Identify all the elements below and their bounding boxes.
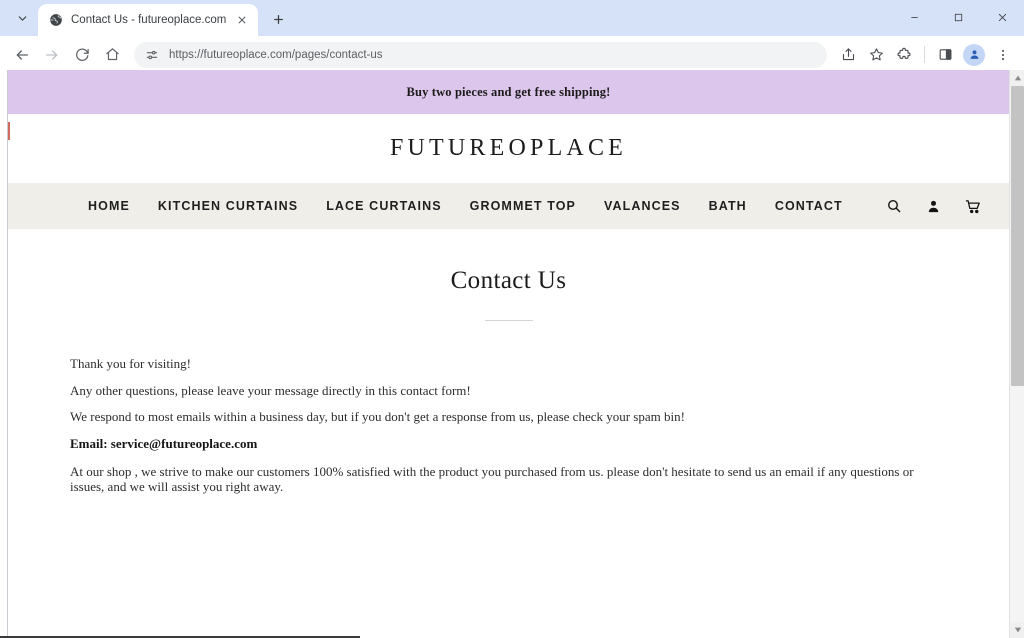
- browser-tab[interactable]: Contact Us - futureoplace.com: [38, 4, 259, 36]
- site-logo-band: FUTUREOPLACE: [8, 114, 1009, 183]
- arrow-right-icon: [46, 49, 58, 60]
- person-icon: [970, 50, 978, 59]
- window-maximize-button[interactable]: [936, 0, 980, 34]
- nav-links: HOME KITCHEN CURTAINS LACE CURTAINS GROM…: [88, 199, 843, 213]
- star-icon: [869, 48, 883, 61]
- tune-icon[interactable]: [144, 47, 160, 63]
- tab-close-button[interactable]: [234, 12, 250, 28]
- browser-toolbar: https://futureoplace.com/pages/contact-u…: [0, 36, 1024, 74]
- paragraph-questions: Any other questions, please leave your m…: [70, 382, 471, 398]
- paragraph-satisfaction: At our shop , we strive to make our cust…: [70, 463, 914, 494]
- scrollbar-thumb[interactable]: [1011, 86, 1024, 386]
- web-page: Buy two pieces and get free shipping! FU…: [7, 70, 1009, 638]
- nav-item-home[interactable]: HOME: [88, 199, 130, 213]
- nav-item-bath[interactable]: BATH: [709, 199, 747, 213]
- tab-search-button[interactable]: [8, 4, 36, 32]
- arrow-left-icon: [16, 49, 28, 60]
- page-content: Contact Us Thank you for visiting! Any o…: [8, 229, 1009, 494]
- share-icon: [842, 48, 854, 61]
- page-title: Contact Us: [450, 267, 567, 294]
- forward-button[interactable]: [38, 41, 66, 69]
- extensions-button[interactable]: [891, 42, 917, 68]
- nav-item-contact[interactable]: CONTACT: [775, 199, 843, 213]
- contact-body: Thank you for visiting! Any other questi…: [70, 357, 942, 494]
- paragraph-response: We respond to most emails within a busin…: [70, 409, 685, 424]
- paragraph-thank-you: Thank you for visiting!: [70, 356, 191, 371]
- announcement-bar: Buy two pieces and get free shipping!: [8, 70, 1009, 114]
- home-button[interactable]: [98, 41, 126, 69]
- nav-item-valances[interactable]: VALANCES: [604, 199, 681, 213]
- more-vertical-icon: [1001, 49, 1005, 60]
- account-icon[interactable]: [925, 197, 943, 215]
- site-logo[interactable]: FUTUREOPLACE: [390, 135, 627, 162]
- reload-icon: [75, 48, 89, 61]
- main-navigation: HOME KITCHEN CURTAINS LACE CURTAINS GROM…: [8, 183, 1009, 229]
- nav-item-kitchen-curtains[interactable]: KITCHEN CURTAINS: [158, 199, 298, 213]
- side-panel-button[interactable]: [932, 42, 958, 68]
- share-button[interactable]: [835, 42, 861, 68]
- search-icon[interactable]: [885, 197, 903, 215]
- paragraph-email: Email: service@futureoplace.com: [70, 435, 258, 451]
- close-icon: [238, 16, 246, 24]
- home-icon: [105, 48, 119, 61]
- page-viewport: Buy two pieces and get free shipping! FU…: [0, 70, 1024, 638]
- announcement-text: Buy two pieces and get free shipping!: [406, 84, 611, 99]
- cart-icon[interactable]: [965, 197, 983, 215]
- nav-utility-icons: [885, 197, 983, 215]
- page-scrollbar[interactable]: [1009, 70, 1024, 638]
- window-close-button[interactable]: [980, 0, 1024, 34]
- nav-item-grommet-top[interactable]: GROMMET TOP: [470, 199, 576, 213]
- address-bar-url: https://futureoplace.com/pages/contact-u…: [169, 48, 383, 61]
- minimize-icon: [910, 16, 918, 18]
- chevron-down-icon: [18, 15, 26, 21]
- scrollbar-up-button[interactable]: [1010, 70, 1024, 86]
- address-bar[interactable]: https://futureoplace.com/pages/contact-u…: [134, 41, 827, 68]
- title-divider: [484, 320, 533, 321]
- tab-title: Contact Us - futureoplace.com: [71, 14, 227, 26]
- browser-menu-button[interactable]: [990, 42, 1016, 68]
- scrollbar-down-button[interactable]: [1010, 622, 1024, 638]
- new-tab-button[interactable]: [264, 5, 292, 33]
- maximize-icon: [954, 13, 962, 21]
- plus-icon: [273, 14, 283, 24]
- window-minimize-button[interactable]: [892, 0, 936, 34]
- window-controls: [892, 0, 1024, 34]
- tab-strip: Contact Us - futureoplace.com: [0, 0, 1024, 36]
- caret-down-icon: [1014, 627, 1021, 633]
- caret-up-icon: [1014, 75, 1021, 81]
- browser-window: Contact Us - futureoplace.com https://fu…: [0, 0, 1024, 638]
- nav-item-lace-curtains[interactable]: LACE CURTAINS: [326, 199, 441, 213]
- bookmark-button[interactable]: [863, 42, 889, 68]
- side-panel-icon: [939, 49, 951, 60]
- globe-icon: [48, 13, 63, 28]
- page-edge-artifact: [8, 122, 10, 140]
- close-icon: [998, 13, 1006, 21]
- reload-button[interactable]: [68, 41, 96, 69]
- back-button[interactable]: [8, 41, 36, 69]
- puzzle-icon: [897, 47, 911, 59]
- toolbar-divider: [924, 46, 925, 63]
- profile-button[interactable]: [963, 43, 985, 66]
